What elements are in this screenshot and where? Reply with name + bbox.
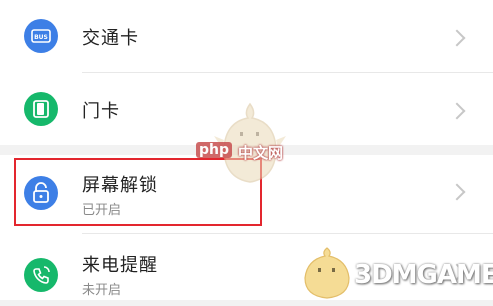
- list-item-transit-card[interactable]: BUS 交通卡: [0, 0, 493, 72]
- door-card-label: 门卡: [82, 101, 120, 122]
- bus-badge-text: BUS: [34, 34, 48, 41]
- chevron-right-icon: [448, 183, 466, 201]
- chevron-right-icon: [448, 102, 466, 120]
- chevron-right-icon: [448, 29, 466, 47]
- phone-ring-icon: [24, 258, 58, 292]
- call-reminder-label: 来电提醒: [82, 255, 158, 276]
- watermark-php-badge: php: [196, 142, 233, 158]
- transit-card-label: 交通卡: [82, 28, 139, 49]
- bus-card-icon: BUS: [24, 19, 58, 53]
- watermark-php-site: 中文网: [238, 144, 284, 162]
- call-reminder-status: 未开启: [82, 283, 122, 298]
- watermark-game-mascot-icon: [304, 247, 350, 299]
- watermark-3dmgame: 3DMGAME: [354, 260, 493, 290]
- door-card-icon: [24, 92, 58, 126]
